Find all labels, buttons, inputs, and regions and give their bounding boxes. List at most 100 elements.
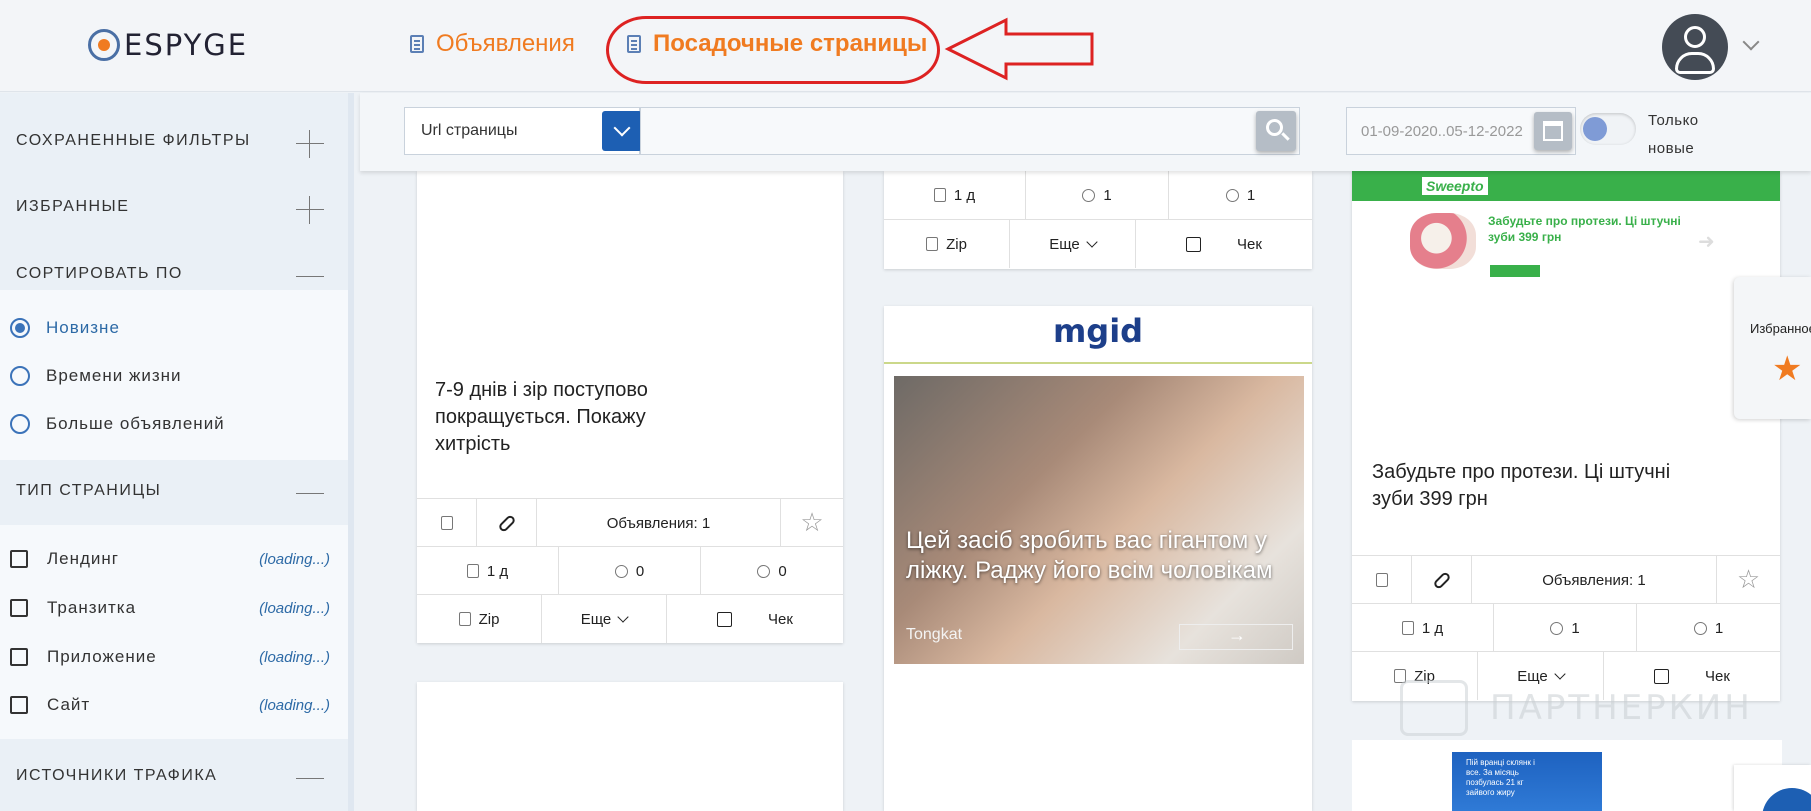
landing-card-partial[interactable]: 1 д 1 1 Zip Еще Чек — [884, 171, 1312, 269]
section-title: ТИП СТРАНИЦЫ — [16, 482, 162, 499]
favorite-button[interactable]: ☆ — [1717, 556, 1780, 604]
page-type-count: (loading...) — [259, 697, 330, 714]
landing-card[interactable]: Пій вранці склянк і все. За місяць позбу… — [1352, 740, 1782, 811]
page-type-landing[interactable]: Лендинг (loading...) — [10, 548, 330, 572]
toggle-knob — [1583, 117, 1607, 141]
more-button[interactable]: Еще — [542, 595, 667, 643]
section-title: СОХРАНЕННЫЕ ФИЛЬТРЫ — [16, 132, 251, 149]
radio[interactable] — [10, 414, 30, 434]
zip-button[interactable]: Zip — [417, 595, 542, 643]
calendar-button[interactable] — [1534, 112, 1572, 150]
minus-icon[interactable] — [296, 493, 324, 494]
shares-stat: 1 — [1494, 604, 1637, 652]
logo[interactable]: ESPYGE — [88, 28, 248, 62]
arrow-right-icon — [1179, 624, 1293, 650]
sort-option-newest[interactable]: Новизне — [10, 318, 120, 338]
zip-button[interactable]: Zip — [884, 220, 1010, 268]
only-new-toggle[interactable] — [1580, 113, 1636, 145]
page-type-label: Сайт — [47, 695, 91, 714]
geo-stat: 0 — [701, 547, 843, 595]
card-stats-row: 1 д 1 1 — [1352, 603, 1780, 652]
nav-ads[interactable]: Объявления — [410, 30, 575, 58]
watermark-text: ПАРТНЕРКИН — [1490, 688, 1753, 728]
sidebar-section-traffic-sources[interactable]: ИСТОЧНИКИ ТРАФИКА — [0, 745, 354, 807]
checkbox[interactable] — [10, 550, 28, 568]
page-type-count: (loading...) — [259, 649, 330, 666]
favorites-side-tab[interactable]: Избранное ★ — [1734, 277, 1811, 419]
copy-button[interactable] — [417, 499, 477, 547]
page-type-count: (loading...) — [259, 600, 330, 617]
plus-icon[interactable] — [296, 196, 324, 224]
chevron-down-icon[interactable] — [602, 111, 642, 151]
sort-option-lifetime[interactable]: Времени жизни — [10, 366, 182, 386]
sidebar-section-favorites[interactable]: ИЗБРАННЫЕ — [0, 176, 354, 238]
preview-button — [1490, 265, 1540, 277]
search-button[interactable] — [1256, 111, 1296, 151]
card-actions-row: Объявления: 1 ☆ — [417, 498, 843, 547]
checkbox[interactable] — [10, 696, 28, 714]
checkbox[interactable] — [1654, 668, 1670, 684]
radio[interactable] — [10, 366, 30, 386]
geo-stat: 1 — [1169, 171, 1312, 219]
check-toggle[interactable]: Чек — [667, 595, 843, 643]
ads-count[interactable]: Объявления: 1 — [537, 499, 781, 547]
checkbox[interactable] — [717, 611, 733, 627]
radio-checked[interactable] — [10, 318, 30, 338]
share-icon — [614, 564, 628, 578]
landing-card[interactable]: 7-9 днів і зір поступово покращується. П… — [417, 171, 843, 643]
landing-card[interactable] — [417, 682, 843, 811]
favorites-label: Избранное — [1750, 321, 1811, 336]
card-stats-row: 1 д 0 0 — [417, 546, 843, 595]
more-button[interactable]: Еще — [1010, 220, 1136, 268]
annotation-arrow-icon — [944, 17, 1094, 81]
calendar-icon — [1543, 121, 1563, 141]
page-type-transit[interactable]: Транзитка (loading...) — [10, 597, 330, 621]
page-type-label: Транзитка — [47, 598, 137, 617]
minus-icon[interactable] — [296, 778, 324, 779]
user-icon — [1684, 26, 1706, 48]
page-type-panel: Лендинг (loading...) Транзитка (loading.… — [0, 525, 348, 739]
page-type-site[interactable]: Сайт (loading...) — [10, 694, 330, 718]
sort-option-label: Больше объявлений — [46, 414, 225, 433]
search-input[interactable] — [640, 107, 1300, 155]
plus-icon[interactable] — [296, 130, 324, 158]
checkbox[interactable] — [10, 648, 28, 666]
sort-option-most-ads[interactable]: Больше объявлений — [10, 414, 225, 434]
search-field-select[interactable]: Url страницы — [404, 107, 642, 155]
check-toggle[interactable]: Чек — [1136, 220, 1312, 268]
shares-stat: 1 — [1026, 171, 1169, 219]
page-type-count: (loading...) — [259, 551, 330, 568]
landing-card[interactable]: Sweepto Забудьте про протези. Ці штучні … — [1352, 171, 1780, 701]
chevron-down-icon[interactable] — [1742, 33, 1760, 51]
preview-caption: Цей засіб зробить вас гігантом у ліжку. … — [906, 527, 1273, 584]
globe-icon — [757, 564, 771, 578]
watermark-icon — [1400, 680, 1468, 736]
section-title: СОРТИРОВАТЬ ПО — [16, 265, 183, 282]
zip-icon — [458, 612, 471, 626]
checkbox[interactable] — [10, 599, 28, 617]
favorite-button[interactable]: ☆ — [781, 499, 843, 547]
share-icon — [1550, 621, 1564, 635]
nav-ads-label: Объявления — [436, 30, 575, 57]
landing-card[interactable]: mgid Цей засіб зробить вас гігантом у лі… — [884, 306, 1312, 811]
link-icon — [496, 513, 517, 533]
page-type-label: Лендинг — [47, 549, 120, 568]
globe-icon — [1693, 621, 1707, 635]
only-new-label: Только новые — [1648, 112, 1699, 157]
sort-option-label: Новизне — [46, 318, 120, 337]
sidebar-section-saved-filters[interactable]: СОХРАНЕННЫЕ ФИЛЬТРЫ — [0, 110, 354, 172]
link-button[interactable] — [477, 499, 537, 547]
page-type-app[interactable]: Приложение (loading...) — [10, 646, 330, 670]
age-stat: 1 д — [884, 171, 1026, 219]
link-icon — [1431, 570, 1452, 590]
minus-icon[interactable] — [296, 276, 324, 277]
link-button[interactable] — [1412, 556, 1472, 604]
sidebar-section-page-type[interactable]: ТИП СТРАНИЦЫ — [0, 460, 354, 522]
preview-caption: Пій вранці склянк і все. За місяць позбу… — [1466, 758, 1535, 797]
checkbox[interactable] — [1186, 236, 1202, 252]
ads-count[interactable]: Объявления: 1 — [1472, 556, 1717, 604]
user-avatar[interactable] — [1662, 14, 1728, 80]
logo-text: ESPYGE — [124, 28, 249, 62]
copy-button[interactable] — [1352, 556, 1412, 604]
annotation-ellipse — [606, 16, 940, 84]
